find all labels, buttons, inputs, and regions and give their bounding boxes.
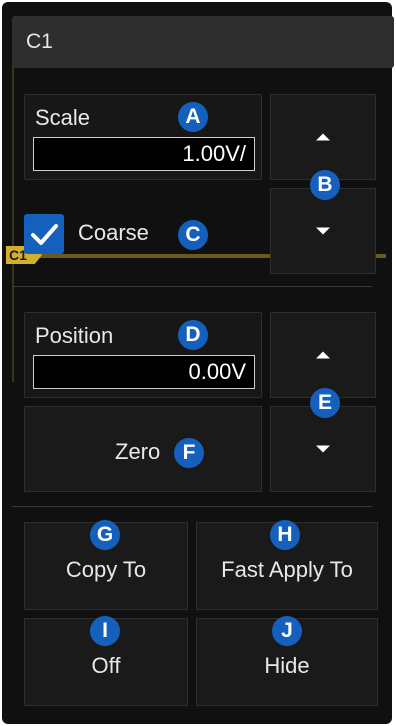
- zero-label: Zero: [115, 439, 161, 464]
- menu-title: C1: [12, 16, 394, 68]
- scale-value[interactable]: 1.00V/: [33, 137, 255, 171]
- up-arrow-icon: [316, 351, 330, 359]
- badge-a: A: [178, 102, 208, 132]
- badge-i: I: [90, 616, 120, 646]
- scale-label: Scale: [35, 105, 91, 130]
- position-control[interactable]: Position 0.00V: [24, 312, 262, 398]
- scale-down-button[interactable]: [270, 188, 376, 274]
- coarse-label: Coarse: [78, 220, 149, 245]
- hide-label: Hide: [264, 653, 310, 678]
- section-divider: [12, 506, 372, 507]
- off-label: Off: [91, 653, 121, 678]
- scale-up-button[interactable]: [270, 94, 376, 180]
- position-value[interactable]: 0.00V: [33, 355, 255, 389]
- zero-button[interactable]: Zero: [24, 406, 262, 492]
- down-arrow-icon: [316, 227, 330, 235]
- badge-d: D: [178, 320, 208, 350]
- channel-menu-panel: C1 C1 Scale 1.00V/ A B Coarse C Position…: [2, 2, 394, 724]
- badge-c: C: [178, 220, 208, 250]
- section-divider: [12, 286, 372, 287]
- position-up-button[interactable]: [270, 312, 376, 398]
- badge-f: F: [174, 438, 204, 468]
- fast-apply-to-label: Fast Apply To: [221, 557, 353, 582]
- copy-to-label: Copy To: [65, 557, 147, 582]
- position-down-button[interactable]: [270, 406, 376, 492]
- coarse-checkbox[interactable]: [24, 214, 64, 254]
- badge-b: B: [310, 170, 340, 200]
- badge-j: J: [272, 616, 302, 646]
- up-arrow-icon: [316, 133, 330, 141]
- position-label: Position: [35, 323, 114, 348]
- down-arrow-icon: [316, 445, 330, 453]
- badge-g: G: [90, 520, 120, 550]
- badge-e: E: [310, 388, 340, 418]
- badge-h: H: [270, 520, 300, 550]
- grid-line: [12, 62, 14, 382]
- scale-control[interactable]: Scale 1.00V/: [24, 94, 262, 180]
- check-icon: [31, 224, 58, 245]
